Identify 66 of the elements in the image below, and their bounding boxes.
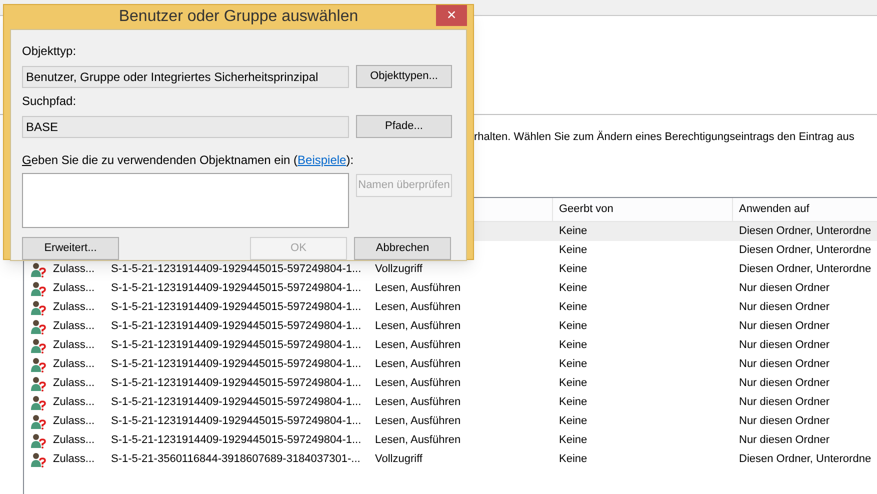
table-cell: Keine — [559, 377, 588, 390]
table-cell: S-1-5-21-1231914409-1929445015-597249804-1... — [111, 415, 362, 428]
table-cell: Nur diesen Ordner — [739, 396, 830, 408]
table-cell: Nur diesen Ordner — [739, 415, 830, 428]
table-cell: S-1-5-21-1231914409-1929445015-597249804-1... — [111, 263, 362, 276]
table-cell: Nur diesen Ordner — [739, 377, 830, 390]
table-cell: Lesen, Ausführen — [375, 282, 461, 294]
table-cell: Keine — [559, 320, 588, 332]
table-cell: Keine — [559, 244, 588, 256]
table-cell: Keine — [559, 282, 588, 294]
table-cell: Nur diesen Ordner — [739, 358, 830, 370]
table-cell: Keine — [559, 453, 588, 466]
field-label: Suchpfad: — [22, 93, 78, 110]
table-cell-text: Zulass... — [53, 319, 95, 334]
table-cell: Nur diesen Ordner — [739, 339, 830, 352]
table-cell-text: Zulass... — [53, 357, 95, 372]
table-cell: S-1-5-21-1231914409-1929445015-597249804-1... — [111, 377, 362, 390]
table-cell: Keine — [559, 396, 588, 408]
table-cell: Vollzugriff — [375, 263, 422, 276]
table-cell: S-1-5-21-1231914409-1929445015-597249804-1... — [111, 358, 362, 370]
table-cell: Lesen, Ausführen — [375, 377, 461, 390]
table-cell: S-1-5-21-1231914409-1929445015-597249804-1... — [111, 339, 362, 352]
table-cell: S-1-5-21-1231914409-1929445015-597249804-1... — [111, 396, 362, 408]
field-label: Objekttyp: — [22, 43, 78, 60]
table-cell: Lesen, Ausführen — [375, 396, 461, 408]
table-cell: Keine — [559, 415, 588, 428]
table-cell-text: Zulass... — [53, 262, 95, 278]
table-cell: Lesen, Ausführen — [375, 339, 461, 352]
table-cell-text: Zulass... — [53, 338, 95, 354]
table-cell: Nur diesen Ordner — [739, 282, 830, 294]
table-cell: Keine — [559, 358, 588, 370]
table-cell: Lesen, Ausführen — [375, 434, 461, 446]
table-cell: Keine — [559, 225, 588, 238]
table-cell: Nur diesen Ordner — [739, 301, 830, 314]
table-cell: Keine — [559, 434, 588, 446]
table-cell: Nur diesen Ordner — [739, 434, 830, 446]
table-cell-text: Zulass... — [53, 414, 95, 430]
table-cell: Vollzugriff — [375, 453, 422, 466]
description-text: rhalten. Wählen Sie zum Ändern eines Berechtigungseintrags den Eintrag aus — [474, 130, 854, 145]
table-cell: Lesen, Ausführen — [375, 415, 461, 428]
table-cell: Diesen Ordner, Unterordne — [739, 225, 872, 238]
table-cell: S-1-5-21-1231914409-1929445015-597249804-1... — [111, 282, 362, 294]
table-cell: S-1-5-21-1231914409-1929445015-597249804-1... — [111, 434, 362, 446]
search-path-field: BASE — [22, 116, 349, 138]
table-cell: Keine — [559, 263, 588, 276]
table-cell-text: Zulass... — [53, 376, 95, 392]
table-cell: Keine — [559, 339, 588, 352]
table-cell: Lesen, Ausführen — [375, 358, 461, 370]
table-cell: Diesen Ordner, Unterordne — [739, 263, 872, 276]
dialog-title: Benutzer oder Gruppe auswählen — [118, 7, 358, 27]
table-cell-text: Zulass... — [53, 395, 95, 410]
table-cell: Diesen Ordner, Unterordne — [739, 244, 872, 256]
table-cell-text: Zulass... — [53, 281, 95, 296]
table-cell: S-1-5-21-1231914409-1929445015-597249804-1... — [111, 301, 362, 314]
object-type-field: Benutzer, Gruppe oder Integriertes Sicherheitsprinzipal — [22, 66, 349, 88]
table-cell: Lesen, Ausführen — [375, 301, 461, 314]
table-cell: Nur diesen Ordner — [739, 320, 830, 332]
table-cell: S-1-5-21-1231914409-1929445015-597249804-1... — [111, 320, 362, 332]
table-cell-text: Zulass... — [53, 300, 95, 316]
table-cell: Diesen Ordner, Unterordne — [739, 453, 872, 466]
table-cell: Keine — [559, 301, 588, 314]
names-label: Geben Sie die zu verwendenden Objektnamen ein (Beispiele): — [22, 152, 355, 169]
table-cell-text: Zulass... — [53, 452, 95, 468]
table-cell: S-1-5-21-3560116844-3918607689-3184037301-... — [111, 453, 360, 466]
table-cell: Lesen, Ausführen — [375, 320, 461, 332]
table-cell-text: Zulass... — [53, 433, 95, 448]
